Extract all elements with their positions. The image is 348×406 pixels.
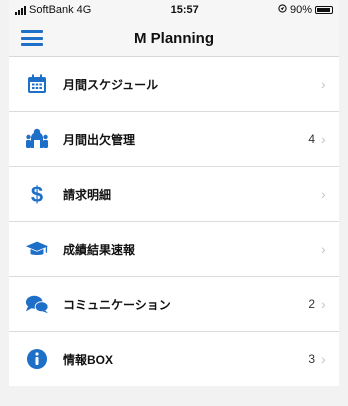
family-icon (25, 127, 49, 151)
chat-bubbles-icon (25, 292, 49, 316)
info-icon (25, 347, 49, 371)
menu-item-results[interactable]: 成績結果速報 › (9, 222, 339, 277)
signal-icon (15, 5, 26, 15)
status-bar: SoftBank 4G 15:57 90% (9, 0, 339, 20)
location-arrow-icon (278, 4, 287, 16)
page-title: M Planning (134, 29, 214, 47)
chevron-right-icon: › (321, 186, 326, 202)
svg-text:$: $ (31, 182, 43, 206)
chevron-right-icon: › (321, 296, 326, 312)
menu-item-label: 情報BOX (63, 352, 114, 367)
app-screen: SoftBank 4G 15:57 90% M Planning 月間スケジュー… (9, 0, 339, 406)
chevron-right-icon: › (321, 351, 326, 367)
menu-list: 月間スケジュール › 月間出欠管理 4 › $ 請求明細 › 成績結果速報 › … (9, 57, 339, 386)
status-time: 15:57 (170, 4, 199, 16)
dollar-icon: $ (25, 182, 49, 206)
chevron-right-icon: › (321, 241, 326, 257)
menu-item-label: 請求明細 (63, 187, 112, 202)
calendar-icon (25, 72, 49, 96)
bottom-area (9, 386, 339, 406)
menu-item-label: 月間出欠管理 (63, 132, 136, 147)
menu-item-communication[interactable]: コミュニケーション 2 › (9, 277, 339, 332)
menu-item-label: コミュニケーション (63, 297, 171, 312)
menu-item-count: 2 (308, 297, 315, 311)
phone-frame: SoftBank 4G 15:57 90% M Planning 月間スケジュー… (0, 0, 348, 406)
chevron-right-icon: › (321, 76, 326, 92)
carrier-label: SoftBank (29, 4, 74, 16)
graduation-cap-icon (25, 237, 49, 261)
chevron-right-icon: › (321, 131, 326, 147)
menu-item-label: 成績結果速報 (63, 242, 136, 257)
menu-item-billing[interactable]: $ 請求明細 › (9, 167, 339, 222)
menu-item-info-box[interactable]: 情報BOX 3 › (9, 332, 339, 386)
menu-item-count: 4 (308, 132, 315, 146)
menu-item-count: 3 (308, 352, 315, 366)
menu-item-attendance[interactable]: 月間出欠管理 4 › (9, 112, 339, 167)
network-label: 4G (76, 4, 92, 16)
nav-bar: M Planning (9, 20, 339, 57)
battery-percent: 90% (289, 4, 312, 16)
menu-item-monthly-schedule[interactable]: 月間スケジュール › (9, 57, 339, 112)
hamburger-menu-icon[interactable] (21, 30, 43, 46)
menu-item-label: 月間スケジュール (63, 77, 159, 92)
status-right: 90% (278, 4, 333, 16)
status-left: SoftBank 4G (15, 4, 91, 16)
battery-icon (315, 6, 333, 14)
